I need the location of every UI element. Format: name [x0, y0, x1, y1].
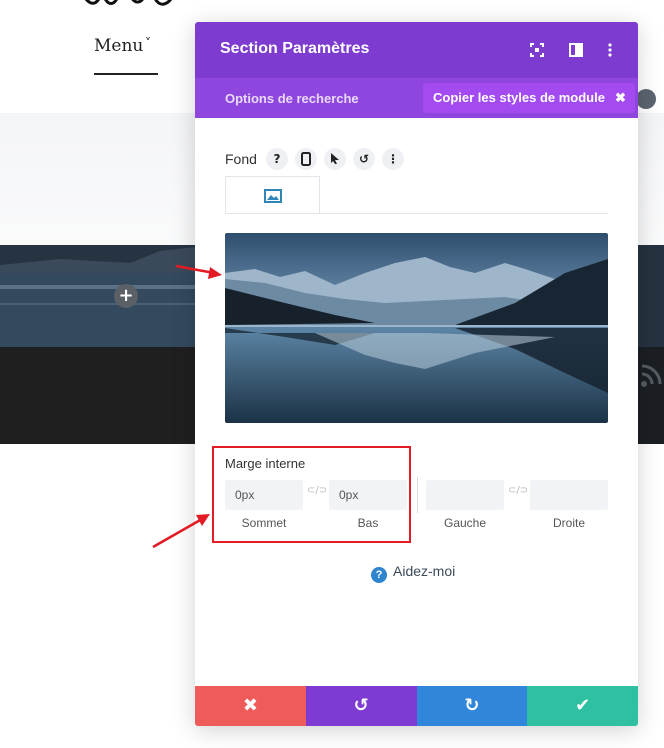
padding-bottom-input[interactable]: 0px — [329, 480, 407, 510]
copy-styles-button[interactable]: Copier les styles de module ✖ — [423, 83, 635, 113]
expand-icon[interactable] — [529, 42, 545, 58]
padding-left-input[interactable] — [426, 480, 504, 510]
section-settings-modal: Section Paramètres Options de recherche … — [195, 22, 638, 726]
save-button[interactable]: ✔ — [527, 686, 638, 726]
mobile-icon[interactable] — [295, 148, 317, 170]
chevron-down-icon[interactable]: ˅ — [145, 36, 151, 50]
add-row-button[interactable]: + — [114, 284, 138, 308]
mountain-lake-image — [225, 233, 608, 423]
pointer-icon[interactable] — [324, 148, 346, 170]
menu-underline — [94, 73, 158, 75]
modal-header: Section Paramètres — [195, 22, 638, 78]
search-options-tab[interactable]: Options de recherche — [225, 91, 359, 106]
background-image-tab[interactable] — [225, 176, 320, 214]
menu-link[interactable]: Menu — [94, 36, 143, 56]
copy-styles-label: Copier les styles de module — [433, 90, 605, 105]
rss-icon — [641, 364, 662, 387]
padding-divider — [417, 477, 418, 513]
more-vertical-icon[interactable] — [602, 42, 618, 58]
split-view-icon[interactable] — [568, 42, 584, 58]
screen: Menu ˅ + Section Paramètres Options de r… — [0, 0, 664, 748]
help-link[interactable]: ? Aidez-moi — [371, 563, 455, 583]
reset-icon[interactable]: ↺ — [353, 148, 375, 170]
question-icon: ? — [371, 567, 387, 583]
padding-top-input[interactable]: 0px — [225, 480, 303, 510]
padding-right-input[interactable] — [530, 480, 608, 510]
padding-top-caption: Sommet — [241, 516, 287, 530]
redo-button[interactable]: ↻ — [416, 686, 528, 726]
hero-image-left — [0, 245, 196, 347]
globe-icon[interactable] — [636, 89, 656, 109]
close-icon[interactable]: ✖ — [615, 83, 626, 113]
link-icon[interactable]: ⊂/⊃ — [508, 485, 528, 496]
padding-left-caption: Gauche — [443, 516, 487, 530]
padding-label: Marge interne — [225, 456, 306, 471]
more-options-icon[interactable]: ⋮ — [382, 148, 404, 170]
undo-button[interactable]: ↺ — [305, 686, 417, 726]
tab-divider — [225, 213, 608, 214]
modal-footer: ✖ ↺ ↻ ✔ — [195, 686, 638, 726]
dark-band — [0, 347, 196, 444]
logo-fragment — [84, 0, 172, 6]
modal-title: Section Paramètres — [220, 40, 370, 57]
cancel-button[interactable]: ✖ — [195, 686, 306, 726]
hero-image-right — [637, 245, 664, 444]
background-image-preview[interactable] — [225, 233, 608, 423]
link-icon[interactable]: ⊂/⊃ — [307, 485, 327, 496]
modal-subbar: Options de recherche Copier les styles d… — [195, 78, 638, 118]
padding-right-caption: Droite — [552, 516, 585, 530]
padding-bottom-caption: Bas — [357, 516, 379, 530]
background-label: Fond — [225, 151, 257, 167]
image-icon — [264, 189, 282, 203]
help-icon[interactable]: ? — [266, 148, 288, 170]
help-label: Aidez-moi — [393, 563, 456, 579]
